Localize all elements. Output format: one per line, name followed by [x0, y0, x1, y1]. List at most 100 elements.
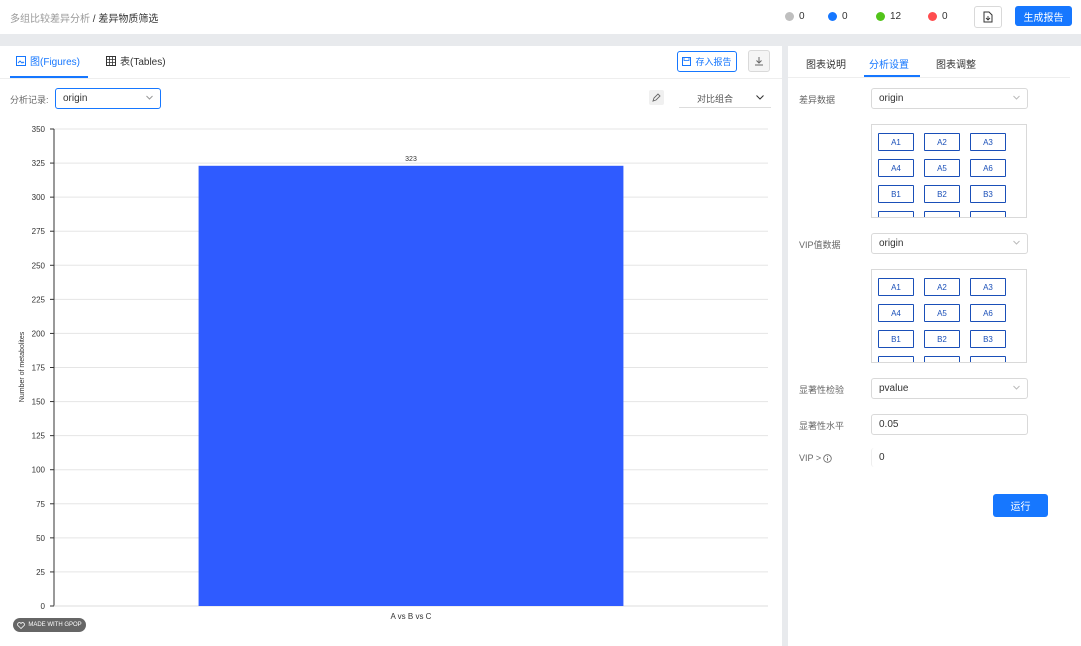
- sample-chip[interactable]: [924, 356, 960, 362]
- chevron-down-icon: [1013, 95, 1020, 100]
- comparison-group-value: 对比组合: [697, 94, 734, 104]
- analysis-record-label: 分析记录:: [10, 95, 49, 105]
- y-tick-label: 325: [32, 159, 46, 168]
- sample-chip[interactable]: A1: [878, 133, 914, 151]
- document-icon: [983, 11, 993, 23]
- sample-selection-list-vip[interactable]: A1 A2 A3 A4 A5 A6 B1 B2 B3: [871, 269, 1027, 363]
- sample-chip[interactable]: B3: [970, 330, 1006, 348]
- chevron-down-icon: [1013, 240, 1020, 245]
- sample-chip[interactable]: B3: [970, 185, 1006, 203]
- edit-icon: [652, 93, 661, 102]
- y-tick-label: 200: [32, 329, 46, 338]
- y-tick-label: 175: [32, 364, 46, 373]
- vip-threshold-value: 0: [879, 452, 885, 463]
- sample-chip[interactable]: [878, 356, 914, 362]
- sample-chip[interactable]: A5: [924, 159, 960, 177]
- sample-chip[interactable]: B2: [924, 330, 960, 348]
- status-pending: 0: [785, 11, 805, 22]
- y-tick-label: 100: [32, 466, 46, 475]
- breadcrumb: 多组比较差异分析 / 差异物质筛选: [10, 10, 158, 25]
- significance-level-value: 0.05: [879, 419, 899, 430]
- sample-chip[interactable]: A5: [924, 304, 960, 322]
- vip-threshold-input[interactable]: 0: [871, 448, 1027, 467]
- tab-chart-description[interactable]: 图表说明: [806, 56, 846, 71]
- download-button[interactable]: [748, 50, 770, 72]
- sample-chip[interactable]: A2: [924, 278, 960, 296]
- significance-test-label: 显著性检验: [799, 385, 845, 395]
- y-tick-label: 0: [41, 602, 46, 611]
- tab-tables[interactable]: 表(Tables): [106, 53, 166, 68]
- status-count: 0: [842, 11, 848, 22]
- analysis-record-select[interactable]: origin: [55, 88, 161, 109]
- status-dot-icon: [928, 12, 937, 21]
- y-tick-label: 50: [36, 534, 45, 543]
- sample-chip[interactable]: [924, 211, 960, 217]
- generate-report-button[interactable]: 生成报告: [1015, 6, 1072, 26]
- sample-chip[interactable]: A3: [970, 278, 1006, 296]
- sample-chip[interactable]: [970, 211, 1006, 217]
- y-tick-label: 225: [32, 295, 46, 304]
- table-icon: [106, 55, 116, 66]
- chevron-down-icon: [756, 95, 764, 100]
- vip-threshold-label: VIP >: [799, 453, 832, 463]
- sample-chip[interactable]: A6: [970, 159, 1006, 177]
- significance-level-input[interactable]: 0.05: [871, 414, 1028, 435]
- watermark-badge: MADE WITH GPOP: [13, 618, 86, 632]
- sample-chip[interactable]: A2: [924, 133, 960, 151]
- chevron-down-icon: [146, 95, 153, 100]
- comparison-group-select[interactable]: 对比组合: [679, 89, 771, 108]
- info-icon[interactable]: [823, 453, 832, 463]
- significance-test-value: pvalue: [879, 383, 909, 394]
- save-report-label: 存入报告: [695, 57, 732, 67]
- tab-tables-label: 表(Tables): [120, 57, 166, 68]
- y-tick-label: 275: [32, 227, 46, 236]
- breadcrumb-parent[interactable]: 多组比较差异分析: [10, 14, 90, 25]
- download-icon: [755, 57, 763, 66]
- breadcrumb-current: 差异物质筛选: [98, 14, 159, 25]
- status-running: 0: [828, 11, 848, 22]
- heart-icon: [17, 621, 26, 629]
- tab-chart-adjustment[interactable]: 图表调整: [936, 56, 976, 71]
- vip-data-label: VIP值数据: [799, 240, 841, 250]
- save-to-report-button[interactable]: 存入报告: [677, 51, 737, 72]
- status-failed: 0: [928, 11, 948, 22]
- chevron-down-icon: [1013, 385, 1020, 390]
- tabs-divider: [788, 77, 1070, 78]
- sample-chip[interactable]: A4: [878, 159, 914, 177]
- sample-chip[interactable]: A1: [878, 278, 914, 296]
- sample-chip[interactable]: A6: [970, 304, 1006, 322]
- y-tick-label: 350: [32, 125, 46, 134]
- y-tick-label: 75: [36, 500, 45, 509]
- y-tick-label: 125: [32, 432, 46, 441]
- bar-data-label: 323: [405, 156, 417, 163]
- x-tick-label: A vs B vs C: [391, 612, 432, 621]
- document-export-button[interactable]: [974, 6, 1002, 28]
- tabs-divider: [0, 78, 782, 79]
- status-dot-icon: [876, 12, 885, 21]
- breadcrumb-separator: /: [92, 14, 96, 25]
- tab-figures[interactable]: 图(Figures): [16, 53, 80, 68]
- sample-selection-list-diff[interactable]: A1 A2 A3 A4 A5 A6 B1 B2 B3: [871, 124, 1027, 218]
- sample-chip[interactable]: [970, 356, 1006, 362]
- bar-chart: 0 25 50 75 100 125 150 175 200 225 250 275 300 325 350…: [19, 125, 768, 621]
- image-icon: [16, 55, 26, 66]
- significance-test-select[interactable]: pvalue: [871, 378, 1028, 399]
- vip-data-select[interactable]: origin: [871, 233, 1028, 254]
- sample-chip[interactable]: B1: [878, 185, 914, 203]
- y-tick-label: 250: [32, 261, 46, 270]
- sample-chip[interactable]: A3: [970, 133, 1006, 151]
- edit-button[interactable]: [649, 90, 664, 105]
- y-tick-label: 150: [32, 398, 46, 407]
- sample-chip[interactable]: B1: [878, 330, 914, 348]
- run-button-label: 运行: [1010, 502, 1031, 513]
- tab-figures-label: 图(Figures): [30, 57, 81, 68]
- top-bar: [0, 0, 1081, 35]
- sample-chip[interactable]: B2: [924, 185, 960, 203]
- watermark-text: MADE WITH GPOP: [28, 622, 82, 628]
- sample-chip[interactable]: [878, 211, 914, 217]
- diff-data-select[interactable]: origin: [871, 88, 1028, 109]
- sample-chip[interactable]: A4: [878, 304, 914, 322]
- run-button[interactable]: 运行: [993, 494, 1048, 517]
- analysis-record-value: origin: [63, 93, 88, 104]
- tab-analysis-settings[interactable]: 分析设置: [869, 56, 909, 71]
